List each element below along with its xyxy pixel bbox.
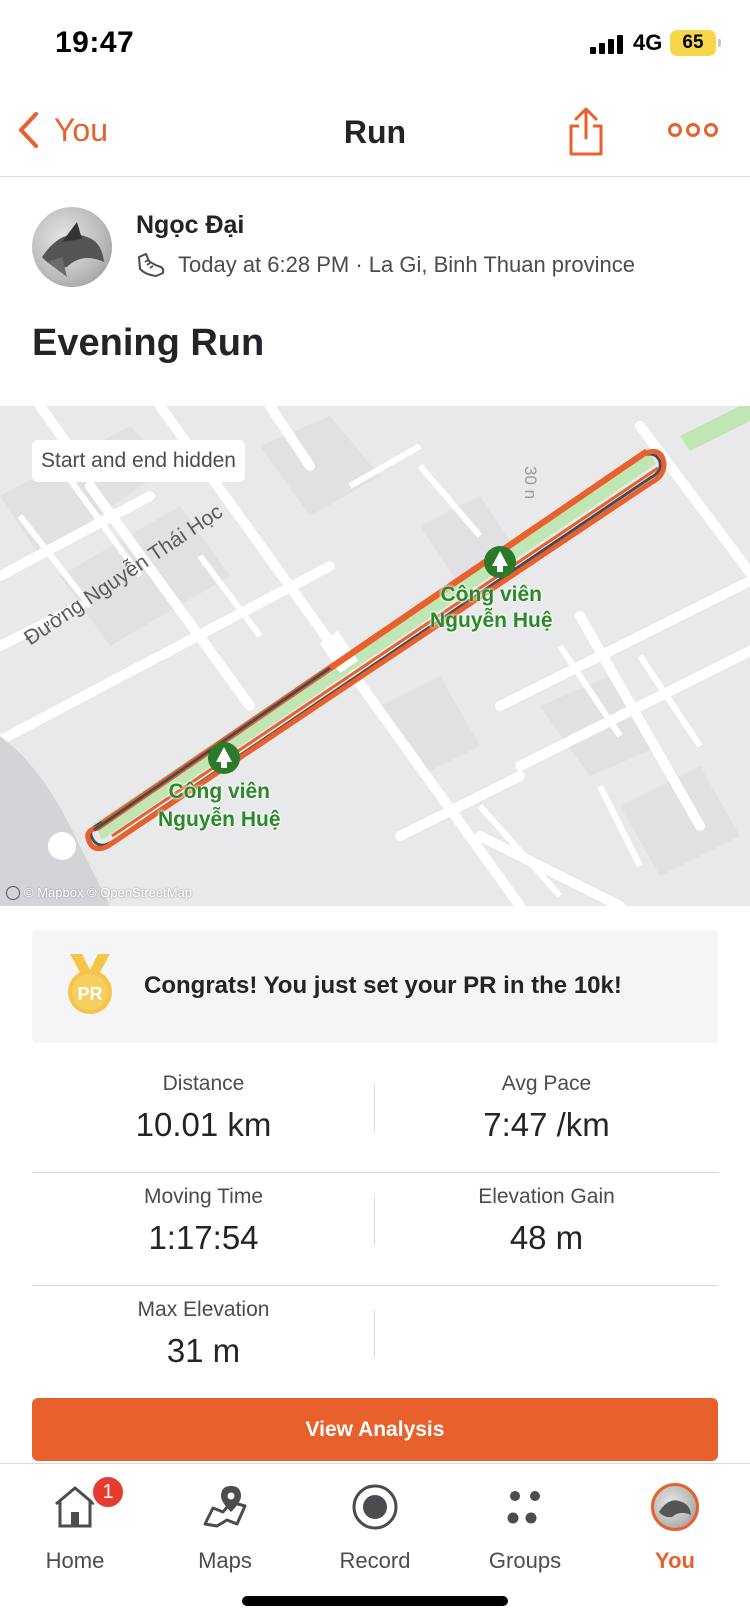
tab-groups[interactable]: Groups: [450, 1476, 600, 1574]
tab-label: You: [655, 1548, 695, 1573]
stat-label: Max Elevation: [137, 1298, 270, 1321]
activity-title: Evening Run: [32, 322, 265, 364]
share-icon: [569, 107, 603, 156]
stat-value: 31 m: [166, 1332, 241, 1369]
pr-banner-text: Congrats! You just set your PR in the 10…: [144, 972, 622, 999]
tab-home[interactable]: 1 Home: [0, 1474, 150, 1574]
privacy-chip: Start and end hidden: [32, 440, 245, 482]
stat-label: Avg Pace: [501, 1072, 592, 1095]
route-map[interactable]: Đường Nguyễn Thái Học 30 n Công viên Ngu…: [0, 406, 750, 906]
maps-icon: [203, 1486, 247, 1528]
park-label-upper-line2: Nguyễn Huệ: [430, 609, 553, 632]
park-label-lower-line1: Công viên: [168, 780, 271, 803]
park-label-lower: Công viên Nguyễn Huệ: [158, 778, 281, 834]
stats-row: Max Elevation 31 m: [32, 1286, 718, 1399]
stats-grid: Distance 10.01 km Avg Pace 7:47 /km Movi…: [32, 1060, 718, 1399]
stat-elevation-gain: Elevation Gain 48 m: [375, 1185, 718, 1257]
tab-label: Record: [339, 1548, 411, 1573]
activity-meta: Today at 6:28 PM · La Gi, Binh Thuan pro…: [136, 251, 635, 279]
stat-distance: Distance 10.01 km: [32, 1072, 375, 1144]
share-button[interactable]: [568, 106, 604, 163]
map-attribution[interactable]: © Mapbox © OpenStreetMap: [6, 885, 192, 900]
network-type: 4G: [633, 30, 663, 55]
battery-icon: 65: [670, 30, 721, 56]
stat-moving-time: Moving Time 1:17:54: [32, 1185, 375, 1257]
home-indicator: [242, 1596, 508, 1606]
athlete-name[interactable]: Ngọc Đại: [136, 211, 244, 240]
tab-label: Home: [45, 1548, 105, 1573]
stat-avg-pace: Avg Pace 7:47 /km: [375, 1072, 718, 1144]
signal-icon: [590, 34, 623, 54]
stat-value: 10.01 km: [135, 1106, 272, 1143]
groups-icon: [507, 1491, 540, 1524]
status-time: 19:47: [55, 26, 135, 59]
stats-row: Distance 10.01 km Avg Pace 7:47 /km: [32, 1060, 718, 1173]
stat-value: 7:47 /km: [483, 1106, 610, 1143]
tab-label: Groups: [488, 1548, 562, 1573]
notification-badge: 1: [90, 1474, 126, 1510]
stat-label: Distance: [162, 1072, 245, 1095]
tab-you[interactable]: You: [600, 1476, 750, 1574]
park-pin-lower: [208, 742, 240, 774]
map-attribution-text: © Mapbox © OpenStreetMap: [24, 885, 193, 900]
nav-bar: You Run: [0, 92, 750, 177]
stat-max-elevation: Max Elevation 31 m: [32, 1298, 375, 1370]
pr-banner[interactable]: PR Congrats! You just set your PR in the…: [32, 930, 718, 1043]
info-icon[interactable]: [6, 885, 20, 900]
more-button[interactable]: [668, 120, 718, 145]
tab-record[interactable]: Record: [300, 1476, 450, 1574]
stat-divider: [374, 1310, 375, 1358]
status-bar: 19:47 4G 65: [0, 0, 750, 92]
tab-label: Maps: [198, 1548, 252, 1573]
stat-label: Elevation Gain: [478, 1185, 615, 1208]
record-icon: [352, 1484, 398, 1530]
tab-maps[interactable]: Maps: [150, 1476, 300, 1574]
park-label-upper: Công viên Nguyễn Huệ: [430, 582, 553, 634]
stat-value: 1:17:54: [148, 1219, 259, 1256]
avatar[interactable]: [32, 207, 112, 287]
shoe-icon: [138, 253, 165, 277]
stat-label: Moving Time: [143, 1185, 264, 1208]
activity-meta-text: Today at 6:28 PM · La Gi, Binh Thuan pro…: [178, 252, 635, 277]
more-horizontal-icon: [668, 123, 718, 137]
avatar: [651, 1483, 699, 1531]
pr-medal-label: PR: [77, 984, 102, 1004]
pr-medal-icon: PR: [62, 952, 118, 1021]
park-pin-upper: [484, 546, 516, 578]
road-marker-label: 30 n: [521, 466, 540, 500]
view-analysis-button[interactable]: View Analysis: [32, 1398, 718, 1461]
park-label-upper-line1: Công viên: [440, 583, 543, 606]
athlete-header: Ngọc Đại Today at 6:28 PM · La Gi, Binh …: [32, 207, 722, 291]
park-label-lower-line2: Nguyễn Huệ: [158, 808, 281, 831]
stat-value: 48 m: [509, 1219, 584, 1256]
stats-row: Moving Time 1:17:54 Elevation Gain 48 m: [32, 1173, 718, 1286]
page-title: Run: [343, 114, 407, 150]
